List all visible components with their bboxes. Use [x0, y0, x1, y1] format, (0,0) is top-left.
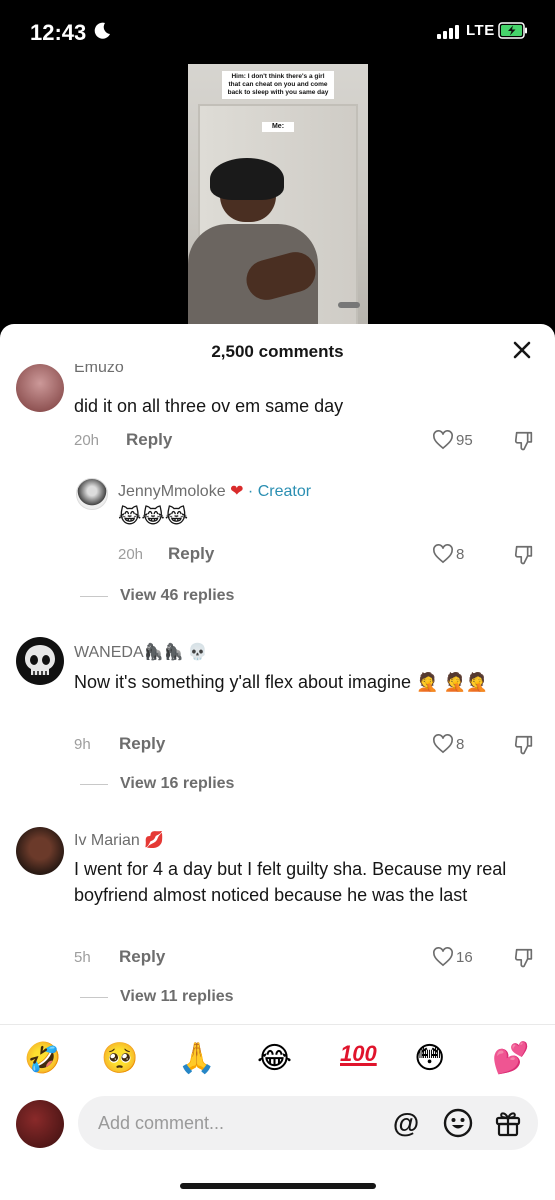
- battery-charging-icon: [498, 22, 527, 39]
- divider-line: [80, 595, 108, 597]
- comment-time: 20h: [118, 546, 144, 563]
- signal-icon: [437, 23, 459, 39]
- avatar[interactable]: [16, 827, 64, 875]
- comment-username[interactable]: Emuzo: [74, 364, 124, 376]
- emoji-flushed[interactable]: 😳: [414, 1041, 445, 1077]
- video-caption: Him: I don't think there's a girl that c…: [222, 71, 334, 99]
- emoji-tears-of-joy[interactable]: 😂: [257, 1041, 292, 1077]
- reply-button[interactable]: Reply: [119, 947, 165, 967]
- like-count: 16: [456, 948, 473, 966]
- status-bar: 12:43 LTE: [0, 0, 555, 64]
- like-button[interactable]: 16: [432, 947, 473, 967]
- username-text[interactable]: JennyMmoloke: [118, 483, 226, 500]
- network-label: LTE: [466, 22, 495, 39]
- emoji-pleading[interactable]: 🥺: [101, 1041, 138, 1077]
- like-count: 8: [456, 735, 465, 753]
- dislike-icon[interactable]: [513, 734, 535, 756]
- avatar[interactable]: [76, 478, 108, 510]
- comment-text: 😹😹😹: [118, 506, 189, 528]
- video-person-bonnet: [210, 158, 284, 200]
- like-count: 95: [456, 431, 473, 449]
- comment-text: Now it's something y'all flex about imag…: [74, 672, 489, 692]
- dislike-icon[interactable]: [513, 544, 535, 566]
- heart-icon: [433, 734, 453, 754]
- comment-username[interactable]: WANEDA🦍🦍 💀: [74, 642, 208, 662]
- video-door-handle: [338, 302, 360, 308]
- heart-icon: [433, 430, 453, 450]
- dislike-icon[interactable]: [513, 430, 535, 452]
- reply-button[interactable]: Reply: [168, 544, 214, 564]
- moon-icon: [94, 22, 110, 39]
- avatar[interactable]: [16, 364, 64, 412]
- view-replies-label[interactable]: View 11 replies: [120, 988, 234, 1006]
- smiley-icon[interactable]: [442, 1107, 474, 1139]
- comment-time: 9h: [74, 736, 91, 753]
- emoji-quick-bar: 🤣 🥺 🙏 😂 100 😳 💕: [0, 1024, 555, 1094]
- comment-input[interactable]: [98, 1096, 378, 1150]
- emoji-two-hearts[interactable]: 💕: [492, 1041, 529, 1077]
- view-replies-label[interactable]: View 46 replies: [120, 587, 234, 605]
- home-indicator: [180, 1183, 376, 1189]
- view-replies-button[interactable]: View 11 replies: [80, 988, 234, 1006]
- comment-time: 20h: [74, 432, 100, 449]
- like-button[interactable]: 8: [432, 734, 464, 754]
- view-replies-label[interactable]: View 16 replies: [120, 775, 234, 793]
- emoji-rofl[interactable]: 🤣: [24, 1041, 61, 1077]
- dislike-icon[interactable]: [513, 947, 535, 969]
- reply-button[interactable]: Reply: [119, 734, 165, 754]
- comment-time: 5h: [74, 949, 91, 966]
- heart-icon: [433, 544, 453, 564]
- comment-username[interactable]: JennyMmoloke ❤ · Creator: [118, 481, 311, 501]
- comment-input-box[interactable]: @: [78, 1096, 538, 1150]
- comment-text: I went for 4 a day but I felt guilty sha…: [74, 859, 507, 905]
- user-avatar[interactable]: [16, 1100, 64, 1148]
- reply-button[interactable]: Reply: [126, 430, 172, 450]
- view-replies-button[interactable]: View 46 replies: [80, 587, 234, 605]
- divider-line: [80, 783, 108, 785]
- like-button[interactable]: 8: [432, 544, 464, 564]
- creator-badge: · Creator: [247, 483, 312, 500]
- mention-icon[interactable]: @: [390, 1107, 422, 1139]
- comment-count: 2,500 comments: [211, 342, 344, 361]
- emoji-hundred[interactable]: 100: [340, 1041, 377, 1067]
- video-label: Me:: [262, 122, 294, 132]
- comment-input-row: @: [0, 1094, 555, 1200]
- emoji-pray[interactable]: 🙏: [178, 1041, 215, 1077]
- video-thumbnail[interactable]: Him: I don't think there's a girl that c…: [188, 64, 368, 326]
- heart-emoji: ❤: [230, 483, 244, 500]
- divider-line: [80, 996, 108, 998]
- like-button[interactable]: 95: [432, 430, 473, 450]
- gift-icon[interactable]: [492, 1107, 524, 1139]
- comment-text: did it on all three ov em same day: [74, 396, 344, 416]
- avatar[interactable]: [16, 637, 64, 685]
- view-replies-button[interactable]: View 16 replies: [80, 775, 234, 793]
- skull-icon: [25, 645, 55, 675]
- comment-username[interactable]: Iv Marian 💋: [74, 830, 164, 850]
- close-icon[interactable]: [510, 338, 534, 362]
- like-count: 8: [456, 545, 465, 563]
- status-time: 12:43: [30, 20, 87, 45]
- heart-icon: [433, 947, 453, 967]
